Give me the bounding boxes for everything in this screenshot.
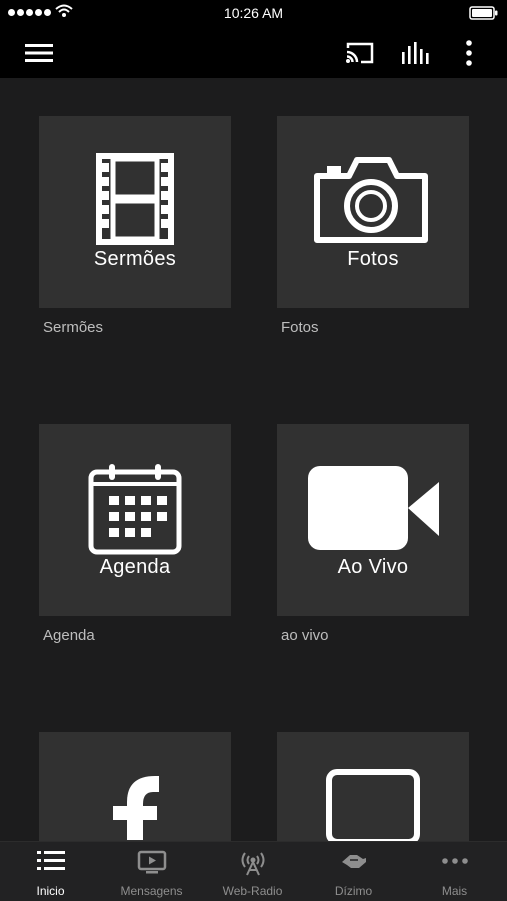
tile-label[interactable]: ao vivo xyxy=(281,627,329,644)
status-time: 10:26 AM xyxy=(223,5,284,21)
tile-sermoes[interactable]: Sermões xyxy=(39,116,231,308)
tile-label[interactable]: Fotos xyxy=(281,319,319,336)
camera-icon xyxy=(314,157,428,243)
more-vertical-icon xyxy=(466,40,472,66)
tab-label: Inicio xyxy=(36,884,65,898)
cast-button[interactable] xyxy=(336,28,384,78)
overflow-menu-button[interactable] xyxy=(448,28,490,78)
equalizer-icon xyxy=(402,42,429,64)
tab-mensagens[interactable]: Mensagens xyxy=(101,842,202,901)
tab-dizimo[interactable]: Dízimo xyxy=(303,842,404,901)
tile-facebook[interactable] xyxy=(39,732,231,841)
tab-label: Mais xyxy=(441,884,468,898)
status-bar: 10:26 AM xyxy=(0,0,507,28)
tile-ao-vivo[interactable]: Ao Vivo xyxy=(277,424,469,616)
bottom-tab-bar: Inicio Mensagens Web-Radio Dízimo Mais xyxy=(0,841,507,901)
menu-button[interactable] xyxy=(16,28,62,78)
more-dots-icon xyxy=(441,858,468,864)
list-icon xyxy=(36,851,65,870)
tab-web-radio[interactable]: Web-Radio xyxy=(202,842,303,901)
tab-label: Mensagens xyxy=(120,884,183,898)
battery-icon xyxy=(469,6,498,20)
film-icon xyxy=(96,153,174,245)
tab-label: Web-Radio xyxy=(222,884,283,898)
equalizer-button[interactable] xyxy=(392,28,440,78)
hamburger-icon xyxy=(25,44,53,62)
app-bar xyxy=(0,28,507,78)
tile-tablet[interactable] xyxy=(277,732,469,841)
tile-caption: Sermões xyxy=(93,248,177,270)
video-camera-icon xyxy=(308,466,439,550)
tab-inicio[interactable]: Inicio xyxy=(0,842,101,901)
tile-label[interactable]: Agenda xyxy=(43,627,95,644)
tile-grid: Sermões Sermões Fotos Fotos Agenda Agend… xyxy=(0,78,507,841)
cast-icon xyxy=(346,42,374,64)
tile-fotos[interactable]: Fotos xyxy=(277,116,469,308)
tv-play-icon xyxy=(137,850,166,874)
tile-caption: Agenda xyxy=(99,556,171,578)
tile-label[interactable]: Sermões xyxy=(43,319,103,336)
facebook-icon xyxy=(113,776,159,840)
tab-mais[interactable]: Mais xyxy=(404,842,505,901)
calendar-icon xyxy=(88,464,182,555)
tile-agenda[interactable]: Agenda xyxy=(39,424,231,616)
handshake-icon xyxy=(341,855,366,868)
tile-caption: Fotos xyxy=(347,248,399,270)
tile-caption: Ao Vivo xyxy=(337,556,409,578)
tab-label: Dízimo xyxy=(334,884,373,898)
antenna-icon xyxy=(241,852,264,876)
tablet-icon xyxy=(326,769,420,841)
